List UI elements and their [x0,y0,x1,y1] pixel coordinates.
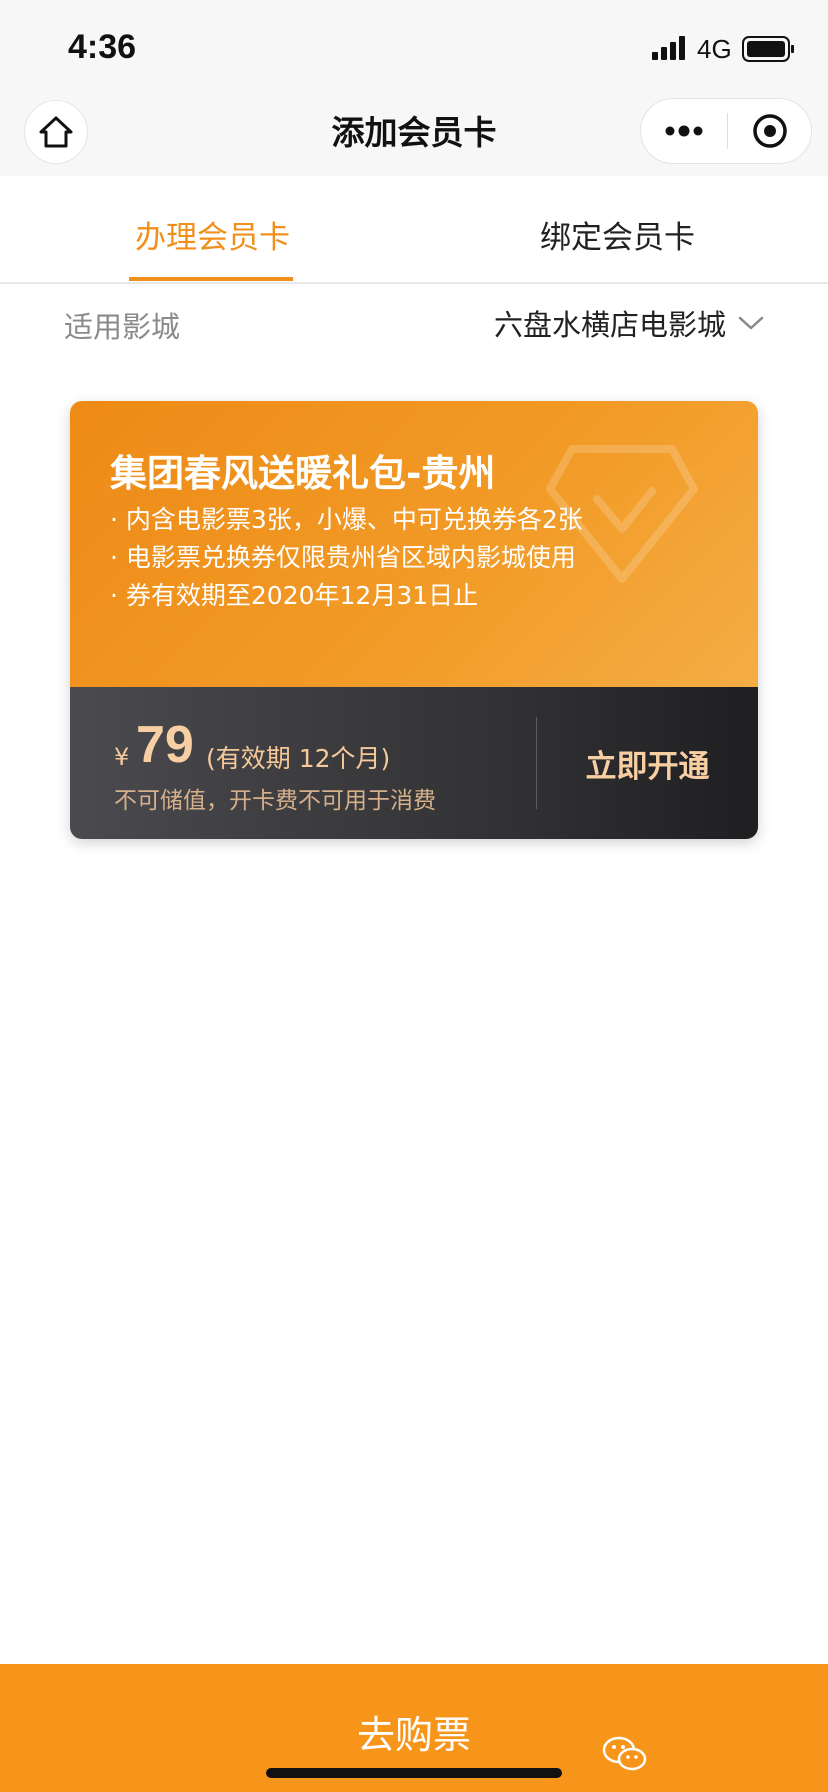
more-button[interactable] [641,99,727,163]
active-tab-indicator [129,277,293,281]
card-footer: ¥ 79 (有效期 12个月) 不可储值，开卡费不可用于消费 立即开通 [70,687,758,839]
signal-icon [652,36,685,60]
card-feature-list: 内含电影票3张，小爆、中可兑换券各2张 电影票兑换券仅限贵州省区域内影城使用 券… [110,501,583,615]
buy-ticket-button[interactable]: 去购票 [0,1664,828,1792]
status-time: 4:36 [68,28,137,66]
nav-bar: 添加会员卡 [0,96,828,176]
target-close-icon [753,114,787,148]
status-bar: 4:36 4G [0,0,828,96]
network-label: 4G [697,34,732,64]
membership-card: 集团春风送暖礼包-贵州 内含电影票3张，小爆、中可兑换券各2张 电影票兑换券仅限… [70,401,758,839]
chevron-down-icon [738,316,764,330]
battery-icon [742,36,794,62]
price-amount: 79 [136,716,194,774]
card-feature: 内含电影票3张，小爆、中可兑换券各2张 [110,501,583,539]
cinema-label: 适用影城 [64,310,181,344]
cinema-name: 六盘水横店电影城 [493,308,726,342]
price-currency: ¥ [114,743,130,771]
price-validity: (有效期 12个月) [206,744,391,773]
card-feature: 电影票兑换券仅限贵州省区域内影城使用 [110,539,583,577]
buy-ticket-label: 去购票 [356,1713,471,1757]
menu-capsule [640,98,812,164]
card-feature: 券有效期至2020年12月31日止 [110,577,583,615]
wechat-icon [602,1736,647,1771]
page: 4:36 4G 添加会员卡 办理会员卡 绑定会员卡 适用影城 六盘水横店电影城 … [0,0,828,1792]
card-header: 集团春风送暖礼包-贵州 内含电影票3张，小爆、中可兑换券各2张 电影票兑换券仅限… [70,401,758,687]
cinema-selector[interactable]: 六盘水横店电影城 [494,302,764,344]
price-note: 不可储值，开卡费不可用于消费 [114,788,436,814]
close-miniprogram-button[interactable] [728,99,812,163]
more-dots-icon [665,125,703,137]
tab-handle-card[interactable]: 办理会员卡 [135,212,290,257]
cinema-row: 适用影城 六盘水横店电影城 [0,286,828,360]
tab-bind-card[interactable]: 绑定会员卡 [540,212,695,257]
activate-now-button[interactable]: 立即开通 [537,687,758,839]
card-title: 集团春风送暖礼包-贵州 [110,452,496,495]
home-indicator [266,1768,562,1778]
tab-bar: 办理会员卡 绑定会员卡 [0,176,828,284]
